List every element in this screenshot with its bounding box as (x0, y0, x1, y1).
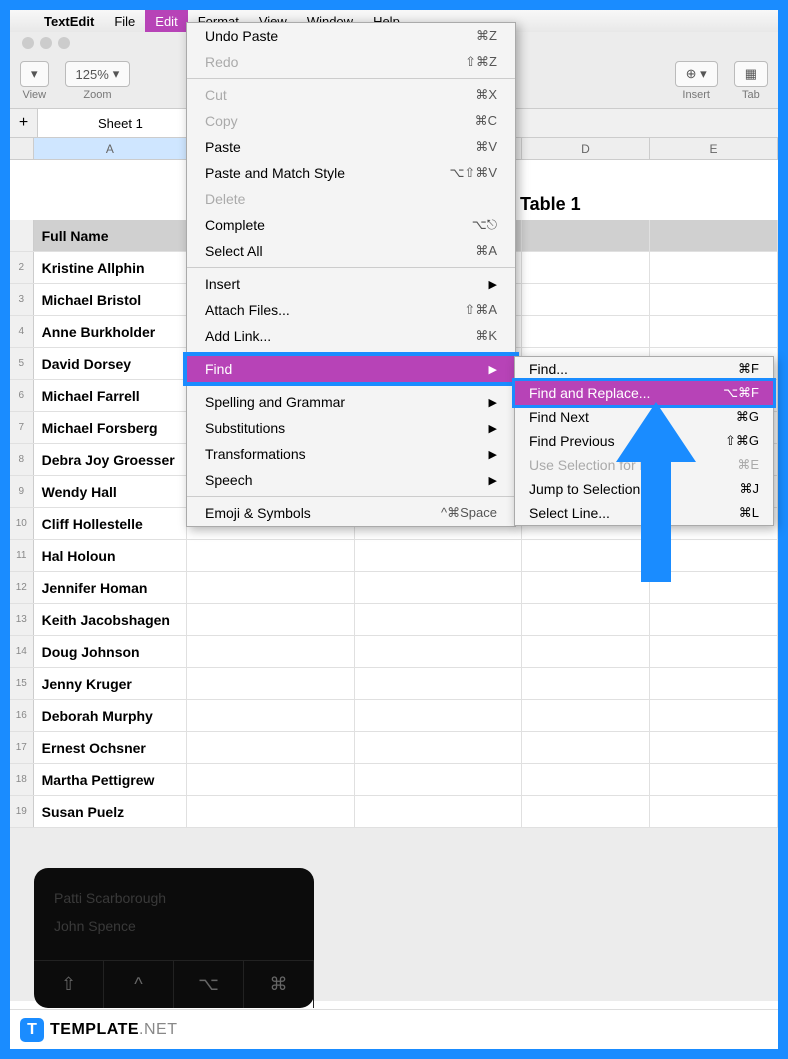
col-d[interactable]: D (522, 138, 650, 159)
option-key-icon[interactable]: ⌥ (174, 961, 244, 1008)
table-title: Table 1 (520, 194, 581, 215)
overlay-name-2: John Spence (54, 912, 294, 940)
menu-item-substitutions[interactable]: Substitutions▶ (187, 415, 515, 441)
col-e[interactable]: E (650, 138, 778, 159)
zoom-label: Zoom (65, 89, 131, 101)
view-dropdown[interactable]: ▾ (20, 61, 49, 87)
table-row[interactable]: 13Keith Jacobshagen (10, 604, 778, 636)
menu-item-paste[interactable]: Paste⌘V (187, 134, 515, 160)
menu-item-undo-paste[interactable]: Undo Paste⌘Z (187, 23, 515, 49)
menu-item-complete[interactable]: Complete⌥⎋ (187, 212, 515, 238)
menu-item-cut: Cut⌘X (187, 82, 515, 108)
table-label: Tab (734, 89, 768, 101)
menu-item-emoji-symbols[interactable]: Emoji & Symbols^⌘Space (187, 500, 515, 526)
table-button[interactable]: ▦ (734, 61, 768, 87)
menu-item-transformations[interactable]: Transformations▶ (187, 441, 515, 467)
submenu-item-find-[interactable]: Find...⌘F (515, 357, 773, 381)
find-submenu: Find...⌘FFind and Replace...⌥⌘FFind Next… (514, 356, 774, 526)
menu-item-speech[interactable]: Speech▶ (187, 467, 515, 493)
col-a[interactable]: A (34, 138, 188, 159)
menu-item-select-all[interactable]: Select All⌘A (187, 238, 515, 264)
table-row[interactable]: 11Hal Holoun (10, 540, 778, 572)
menu-item-paste-and-match-style[interactable]: Paste and Match Style⌥⇧⌘V (187, 160, 515, 186)
edit-menu-dropdown: Undo Paste⌘ZRedo⇧⌘Z Cut⌘XCopy⌘CPaste⌘VPas… (186, 22, 516, 527)
submenu-item-find-and-replace-[interactable]: Find and Replace...⌥⌘F (515, 381, 773, 405)
menu-item-add-link-[interactable]: Add Link...⌘K (187, 323, 515, 349)
control-key-icon[interactable]: ^ (104, 961, 174, 1008)
insert-dropdown[interactable]: ⊕ ▾ (675, 61, 718, 87)
view-label: View (20, 89, 49, 101)
table-row[interactable]: 12Jennifer Homan (10, 572, 778, 604)
menu-item-attach-files-[interactable]: Attach Files...⇧⌘A (187, 297, 515, 323)
menu-item-delete: Delete (187, 186, 515, 212)
submenu-item-find-next[interactable]: Find Next⌘G (515, 405, 773, 429)
zoom-dropdown[interactable]: 125% ▾ (65, 61, 131, 87)
template-logo-icon: T (20, 1018, 44, 1042)
add-sheet-button[interactable]: + (10, 109, 38, 137)
table-row[interactable]: 16Deborah Murphy (10, 700, 778, 732)
table-row[interactable]: 18Martha Pettigrew (10, 764, 778, 796)
menu-edit[interactable]: Edit (145, 10, 187, 32)
table-row[interactable]: 14Doug Johnson (10, 636, 778, 668)
menu-item-spelling-and-grammar[interactable]: Spelling and Grammar▶ (187, 389, 515, 415)
submenu-item-select-line-[interactable]: Select Line...⌘L (515, 501, 773, 525)
close-icon[interactable] (22, 37, 34, 49)
menu-item-insert[interactable]: Insert▶ (187, 271, 515, 297)
command-key-icon[interactable]: ⌘ (244, 961, 314, 1008)
insert-label: Insert (675, 89, 718, 101)
submenu-item-use-selection-for-find: Use Selection for Find⌘E (515, 453, 773, 477)
submenu-item-find-previous[interactable]: Find Previous⇧⌘G (515, 429, 773, 453)
menu-item-redo: Redo⇧⌘Z (187, 49, 515, 75)
footer-watermark: T TEMPLATE.NET (10, 1009, 778, 1049)
app-name[interactable]: TextEdit (34, 14, 104, 29)
table-row[interactable]: 19Susan Puelz (10, 796, 778, 828)
menu-item-copy: Copy⌘C (187, 108, 515, 134)
sheet-tab-1[interactable]: Sheet 1 (38, 109, 204, 137)
submenu-item-jump-to-selection[interactable]: Jump to Selection⌘J (515, 477, 773, 501)
minimize-icon[interactable] (40, 37, 52, 49)
header-cell[interactable]: Full Name (34, 220, 188, 251)
modifier-key-overlay: Patti Scarborough John Spence ⇧ ^ ⌥ ⌘ (34, 868, 314, 1008)
menu-file[interactable]: File (104, 10, 145, 32)
overlay-name-1: Patti Scarborough (54, 884, 294, 912)
shift-key-icon[interactable]: ⇧ (34, 961, 104, 1008)
table-row[interactable]: 15Jenny Kruger (10, 668, 778, 700)
menu-item-find[interactable]: Find▶ (187, 356, 515, 382)
zoom-icon[interactable] (58, 37, 70, 49)
table-row[interactable]: 17Ernest Ochsner (10, 732, 778, 764)
